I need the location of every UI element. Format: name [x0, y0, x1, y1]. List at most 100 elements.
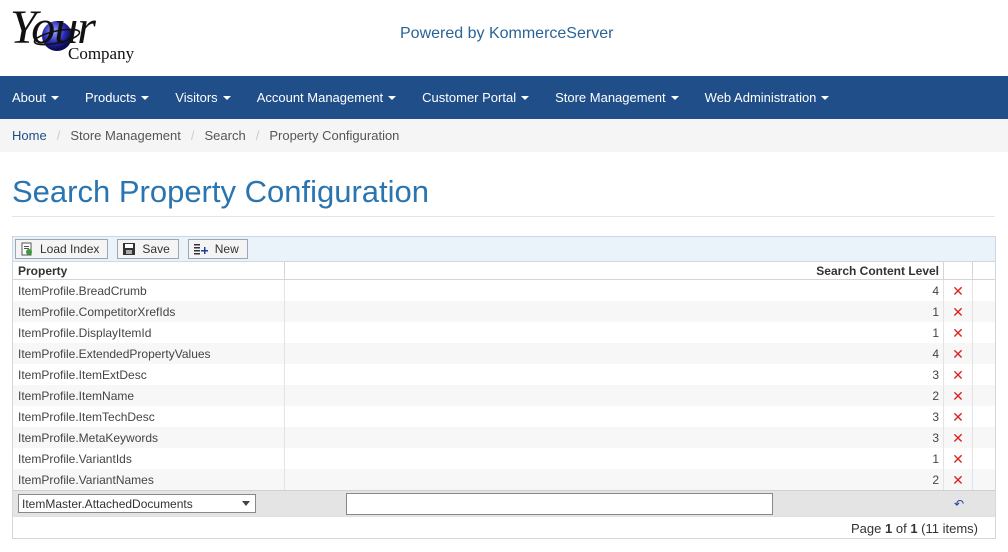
caret-down-icon [821, 95, 830, 100]
delete-cell: ✕ [944, 469, 973, 490]
breadcrumb: Home / Store Management / Search / Prope… [0, 119, 1008, 152]
delete-icon[interactable]: ✕ [952, 410, 964, 424]
table-row[interactable]: ItemProfile.MetaKeywords 3 ✕ [13, 427, 995, 448]
delete-cell: ✕ [944, 385, 973, 406]
grid-header-row: Property Search Content Level [13, 262, 995, 280]
main-navbar: About Products Visitors Account Manageme… [0, 76, 1008, 119]
insert-row: ItemMaster.AttachedDocuments ↶ [13, 490, 995, 516]
company-logo[interactable]: Your Company [10, 1, 145, 66]
property-select-value: ItemMaster.AttachedDocuments [22, 496, 193, 511]
nav-products-label: Products [84, 90, 137, 105]
delete-cell: ✕ [944, 280, 973, 301]
delete-icon[interactable]: ✕ [952, 473, 964, 487]
table-row[interactable]: ItemProfile.ItemName 2 ✕ [13, 385, 995, 406]
level-cell: 1 [285, 301, 944, 322]
table-row[interactable]: ItemProfile.BreadCrumb 4 ✕ [13, 280, 995, 301]
nav-account-management-label: Account Management [256, 90, 384, 105]
column-header-spacer [973, 262, 995, 279]
nav-account-management[interactable]: Account Management [256, 90, 397, 105]
delete-cell: ✕ [944, 364, 973, 385]
caret-down-icon [670, 95, 679, 100]
table-row[interactable]: ItemProfile.VariantNames 2 ✕ [13, 469, 995, 490]
column-header-search-content-level[interactable]: Search Content Level [285, 262, 944, 279]
table-row[interactable]: ItemProfile.ItemTechDesc 3 ✕ [13, 406, 995, 427]
powered-by-text: Powered by KommerceServer [400, 25, 614, 42]
property-cell: ItemProfile.CompetitorXrefIds [13, 301, 285, 322]
nav-visitors[interactable]: Visitors [175, 90, 231, 105]
table-row[interactable]: ItemProfile.CompetitorXrefIds 1 ✕ [13, 301, 995, 322]
new-label: New [214, 242, 239, 256]
undo-icon[interactable]: ↶ [954, 497, 964, 511]
level-cell: 3 [285, 427, 944, 448]
breadcrumb-separator: / [255, 128, 260, 143]
delete-icon[interactable]: ✕ [952, 368, 964, 382]
property-select[interactable]: ItemMaster.AttachedDocuments [18, 494, 256, 513]
delete-icon[interactable]: ✕ [952, 452, 964, 466]
level-cell: 1 [285, 448, 944, 469]
delete-cell: ✕ [944, 427, 973, 448]
table-row[interactable]: ItemProfile.ItemExtDesc 3 ✕ [13, 364, 995, 385]
nav-about[interactable]: About [12, 90, 59, 105]
delete-cell: ✕ [944, 448, 973, 469]
save-label: Save [142, 242, 170, 256]
page-title: Search Property Configuration [12, 174, 430, 209]
grid-toolbar: Load Index Save New [13, 237, 995, 262]
pager-current-page: 1 [884, 521, 893, 536]
table-row[interactable]: ItemProfile.DisplayItemId 1 ✕ [13, 322, 995, 343]
property-cell: ItemProfile.ItemName [13, 385, 285, 406]
load-index-button[interactable]: Load Index [15, 239, 109, 259]
table-row[interactable]: ItemProfile.ExtendedPropertyValues 4 ✕ [13, 343, 995, 364]
nav-products[interactable]: Products [84, 90, 150, 105]
level-cell: 2 [285, 469, 944, 490]
new-row-icon [193, 244, 208, 255]
load-index-label: Load Index [40, 242, 100, 256]
level-input[interactable] [346, 493, 773, 515]
nav-about-label: About [12, 90, 46, 105]
pager-prefix: Page [850, 521, 882, 536]
delete-cell: ✕ [944, 301, 973, 322]
delete-icon[interactable]: ✕ [952, 389, 964, 403]
pager-of: of [895, 521, 907, 536]
table-row[interactable]: ItemProfile.VariantIds 1 ✕ [13, 448, 995, 469]
caret-down-icon [521, 95, 530, 100]
delete-icon[interactable]: ✕ [952, 305, 964, 319]
delete-icon[interactable]: ✕ [952, 431, 964, 445]
property-cell: ItemProfile.BreadCrumb [13, 280, 285, 301]
save-button[interactable]: Save [117, 239, 179, 259]
column-header-property[interactable]: Property [13, 262, 285, 279]
delete-cell: ✕ [944, 343, 973, 364]
property-cell: ItemProfile.DisplayItemId [13, 322, 285, 343]
load-index-icon [21, 242, 32, 256]
level-cell: 4 [285, 280, 944, 301]
delete-cell: ✕ [944, 322, 973, 343]
nav-store-management-label: Store Management [555, 90, 666, 105]
site-header: Your Company Powered by KommerceServer [0, 0, 1008, 76]
nav-web-administration[interactable]: Web Administration [705, 90, 830, 105]
delete-icon[interactable]: ✕ [952, 326, 964, 340]
nav-web-administration-label: Web Administration [704, 90, 817, 105]
nav-store-management[interactable]: Store Management [555, 90, 679, 105]
new-button[interactable]: New [187, 239, 248, 259]
breadcrumb-store-management[interactable]: Store Management [70, 128, 181, 143]
breadcrumb-search[interactable]: Search [205, 128, 246, 143]
breadcrumb-home[interactable]: Home [12, 128, 47, 143]
delete-icon[interactable]: ✕ [952, 347, 964, 361]
chevron-down-icon [242, 501, 250, 506]
floppy-disk-icon [123, 243, 136, 255]
property-cell: ItemProfile.ItemTechDesc [13, 406, 285, 427]
nav-customer-portal[interactable]: Customer Portal [422, 90, 530, 105]
property-config-grid: Load Index Save New Property Search Cont… [12, 236, 996, 539]
title-divider [12, 216, 995, 217]
nav-customer-portal-label: Customer Portal [422, 90, 517, 105]
breadcrumb-separator: / [56, 128, 61, 143]
delete-icon[interactable]: ✕ [952, 284, 964, 298]
property-cell: ItemProfile.ExtendedPropertyValues [13, 343, 285, 364]
pager-item-count: (11 items) [921, 521, 978, 536]
caret-down-icon [388, 95, 397, 100]
level-cell: 3 [285, 364, 944, 385]
property-cell: ItemProfile.ItemExtDesc [13, 364, 285, 385]
property-cell: ItemProfile.VariantNames [13, 469, 285, 490]
logo-text-company: Company [68, 44, 135, 63]
property-cell: ItemProfile.MetaKeywords [13, 427, 285, 448]
property-cell: ItemProfile.VariantIds [13, 448, 285, 469]
